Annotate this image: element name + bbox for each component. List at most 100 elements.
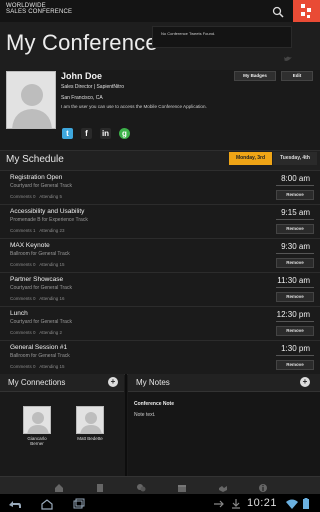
notes-title: My Notes	[136, 378, 170, 387]
session-row[interactable]: General Session #1 Ballroom for General …	[0, 341, 320, 375]
session-attending: Attending 16	[39, 296, 65, 301]
app-logo-icon	[301, 4, 311, 18]
session-meta: Comments 0 Attending 16	[10, 296, 65, 301]
session-title: Accessibility and Usability	[10, 208, 85, 215]
session-comments: Comments 0	[10, 296, 36, 301]
edit-profile-button[interactable]: Edit	[281, 71, 313, 81]
session-row[interactable]: Registration Open Courtyard for General …	[0, 171, 320, 205]
twitter-bird-icon	[283, 50, 293, 61]
session-meta: Comments 0 Attending 5	[10, 194, 62, 199]
wifi-icon	[285, 497, 299, 509]
connection-name: Giancarlo Berner	[27, 436, 47, 446]
system-clock: 10:21	[247, 497, 278, 509]
person-silhouette-icon	[7, 72, 55, 128]
time-divider	[276, 321, 314, 322]
session-row[interactable]: Partner Showcase Courtyard for General T…	[0, 273, 320, 307]
app-root: WORLDWIDE SALES CONFERENCE My Conference…	[0, 0, 320, 512]
pager-dots[interactable]	[58, 469, 70, 482]
recent-apps-icon[interactable]	[72, 497, 86, 509]
add-connection-button[interactable]: +	[108, 377, 118, 387]
app-toolbar	[0, 476, 320, 494]
calendar-icon[interactable]	[177, 480, 187, 492]
session-meta: Comments 0 Attending 15	[10, 364, 65, 369]
usb-icon	[212, 497, 226, 509]
session-attending: Attending 2	[39, 330, 63, 335]
linkedin-icon[interactable]: in	[100, 128, 111, 139]
home-nav-icon[interactable]	[40, 497, 54, 510]
tab-tuesday[interactable]: Tuesday, 4th	[273, 152, 317, 165]
connection-card[interactable]: Giancarlo Berner	[20, 406, 54, 446]
profile-name: John Doe	[61, 71, 103, 81]
session-attending: Attending 15	[39, 262, 65, 267]
page-title: My Conference	[6, 30, 158, 55]
session-row[interactable]: Accessibility and Usability Promenade B …	[0, 205, 320, 239]
home-icon[interactable]	[54, 480, 64, 492]
tab-monday[interactable]: Monday, 3rd	[229, 152, 272, 165]
time-divider	[276, 253, 314, 254]
glassdoor-icon[interactable]: g	[119, 128, 130, 139]
app-menu-button[interactable]	[293, 0, 320, 22]
session-comments: Comments 1	[10, 228, 36, 233]
session-attending: Attending 5	[39, 194, 63, 199]
time-divider	[276, 355, 314, 356]
document-icon[interactable]	[95, 480, 105, 492]
session-room: Ballroom for General Track	[10, 353, 70, 359]
back-icon[interactable]	[8, 497, 22, 509]
add-note-button[interactable]: +	[300, 377, 310, 387]
handshake-icon[interactable]	[218, 480, 228, 492]
tweet-notification: No Conference Tweets Found.	[152, 26, 292, 48]
session-attending: Attending 23	[39, 228, 65, 233]
session-comments: Comments 0	[10, 194, 36, 199]
connection-name: Matt Bedette	[77, 436, 103, 441]
connection-avatar	[23, 406, 51, 434]
panel-divider	[125, 374, 127, 476]
remove-button[interactable]: Remove	[276, 224, 314, 234]
chat-icon[interactable]	[136, 480, 146, 492]
session-room: Ballroom for General Track	[10, 251, 70, 257]
note-title[interactable]: Conference Note	[134, 401, 174, 407]
brand-line-2: SALES CONFERENCE	[6, 9, 73, 15]
session-comments: Comments 0	[10, 262, 36, 267]
session-row[interactable]: MAX Keynote Ballroom for General Track C…	[0, 239, 320, 273]
remove-button[interactable]: Remove	[276, 190, 314, 200]
time-divider	[276, 185, 314, 186]
session-room: Promenade B for Experience Track	[10, 217, 88, 223]
session-comments: Comments 0	[10, 364, 36, 369]
session-time: 9:30 am	[281, 242, 310, 251]
profile-avatar	[6, 71, 56, 129]
session-comments: Comments 0	[10, 330, 36, 335]
time-divider	[276, 219, 314, 220]
profile-location: San Francisco, CA	[61, 95, 103, 101]
tweet-notification-text: No Conference Tweets Found.	[161, 31, 216, 36]
session-title: Lunch	[10, 310, 28, 317]
profile-title: Sales Director | SapientNitro	[61, 84, 124, 90]
session-time: 12:30 pm	[276, 310, 310, 319]
facebook-icon[interactable]: f	[81, 128, 92, 139]
remove-button[interactable]: Remove	[276, 258, 314, 268]
remove-button[interactable]: Remove	[276, 360, 314, 370]
schedule-title: My Schedule	[6, 154, 64, 165]
time-divider	[276, 287, 314, 288]
session-time: 1:30 pm	[281, 344, 310, 353]
search-icon[interactable]	[272, 5, 284, 18]
remove-button[interactable]: Remove	[276, 292, 314, 302]
session-title: Partner Showcase	[10, 276, 64, 283]
session-attending: Attending 15	[39, 364, 65, 369]
twitter-icon[interactable]: t	[62, 128, 73, 139]
info-icon[interactable]	[258, 480, 268, 492]
session-room: Courtyard for General Track	[10, 285, 72, 291]
remove-button[interactable]: Remove	[276, 326, 314, 336]
session-title: Registration Open	[10, 174, 63, 181]
person-silhouette-icon	[24, 407, 50, 433]
session-meta: Comments 1 Attending 23	[10, 228, 65, 233]
session-title: General Session #1	[10, 344, 68, 351]
session-row[interactable]: Lunch Courtyard for General Track Commen…	[0, 307, 320, 341]
connection-avatar	[76, 406, 104, 434]
session-room: Courtyard for General Track	[10, 319, 72, 325]
brand-logo: WORLDWIDE SALES CONFERENCE	[6, 3, 72, 15]
download-icon	[229, 497, 243, 509]
my-badges-button[interactable]: My Badges	[234, 71, 276, 81]
person-silhouette-icon	[77, 407, 103, 433]
connection-card[interactable]: Matt Bedette	[73, 406, 107, 441]
connections-title: My Connections	[8, 378, 66, 387]
